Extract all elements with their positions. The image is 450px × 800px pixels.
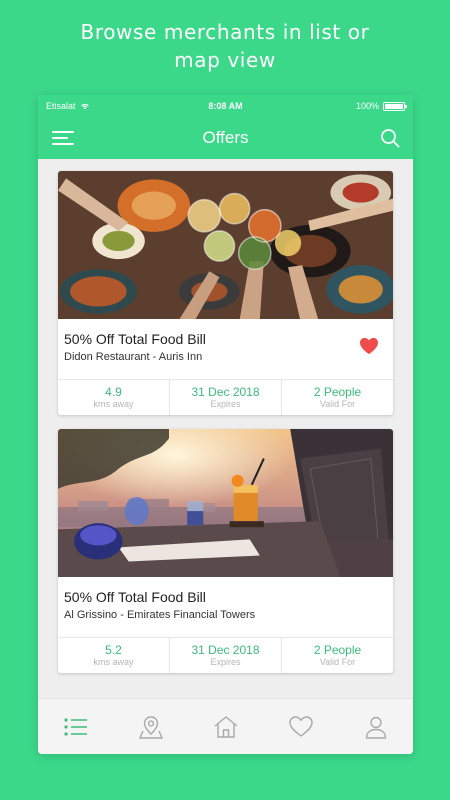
people-label: Valid For	[319, 656, 356, 667]
distance-value: 5.2	[105, 642, 122, 657]
list-icon	[63, 717, 87, 736]
offer-title: 50% Off Total Food Bill	[64, 331, 206, 347]
offer-merchant: Al Grissino - Emirates Financial Towers	[64, 609, 256, 621]
search-icon[interactable]	[379, 127, 401, 149]
tab-list[interactable]	[56, 707, 96, 747]
battery-level	[385, 103, 403, 109]
user-icon	[365, 716, 386, 739]
people-stat: 2 People Valid For	[281, 638, 393, 673]
offer-card[interactable]: 50% Off Total Food Bill Didon Restaurant…	[58, 171, 393, 415]
page-title: Offers	[202, 128, 249, 147]
status-bar: Etisalat 8:08 AM 100%	[38, 95, 413, 117]
offer-image	[58, 171, 393, 319]
home-icon	[214, 715, 237, 738]
expiry-label: Expires	[210, 656, 241, 667]
expiry-value: 31 Dec 2018	[191, 642, 260, 657]
tab-home[interactable]	[206, 707, 246, 747]
menu-icon[interactable]	[52, 128, 74, 148]
offer-merchant: Didon Restaurant - Auris Inn	[64, 351, 203, 363]
people-value: 2 People	[313, 384, 362, 399]
bottom-tab-bar	[38, 698, 413, 754]
people-value: 2 People	[313, 642, 362, 657]
expiry-stat: 31 Dec 2018 Expires	[169, 638, 281, 673]
expiry-value: 31 Dec 2018	[191, 384, 260, 399]
tab-favorites[interactable]	[281, 707, 321, 747]
offer-stats: 5.2 kms away 31 Dec 2018 Expires 2 Peopl…	[58, 637, 393, 673]
tab-map[interactable]	[131, 707, 171, 747]
offer-stats: 4.9 kms away 31 Dec 2018 Expires 2 Peopl…	[58, 379, 393, 415]
promo-line-2: map view	[174, 48, 276, 72]
battery-icon	[383, 101, 407, 111]
phone-screen: Etisalat 8:08 AM 100% Offers 50% Off Tot…	[38, 95, 413, 754]
offer-image	[58, 429, 393, 577]
app-header: Offers	[38, 117, 413, 159]
status-time: 8:08 AM	[208, 101, 243, 111]
offer-title: 50% Off Total Food Bill	[64, 589, 206, 605]
people-stat: 2 People Valid For	[281, 380, 393, 415]
expiry-stat: 31 Dec 2018 Expires	[169, 380, 281, 415]
promo-heading: Browse merchants in list or map view	[0, 18, 450, 74]
tab-profile[interactable]	[356, 707, 396, 747]
favorite-heart-icon[interactable]	[359, 337, 379, 355]
people-label: Valid For	[319, 398, 356, 409]
distance-stat: 4.9 kms away	[58, 380, 169, 415]
distance-label: kms away	[93, 398, 134, 409]
offer-details: 50% Off Total Food Bill Al Grissino - Em…	[58, 577, 393, 637]
offer-details: 50% Off Total Food Bill Didon Restaurant…	[58, 319, 393, 379]
map-pin-icon	[138, 715, 163, 739]
promo-line-1: Browse merchants in list or	[80, 20, 370, 44]
heart-icon	[288, 715, 313, 737]
distance-value: 4.9	[105, 384, 122, 399]
distance-stat: 5.2 kms away	[58, 638, 169, 673]
offer-card[interactable]: 50% Off Total Food Bill Al Grissino - Em…	[58, 429, 393, 673]
distance-label: kms away	[93, 656, 134, 667]
offers-list[interactable]: 50% Off Total Food Bill Didon Restaurant…	[38, 159, 413, 698]
expiry-label: Expires	[210, 398, 241, 409]
